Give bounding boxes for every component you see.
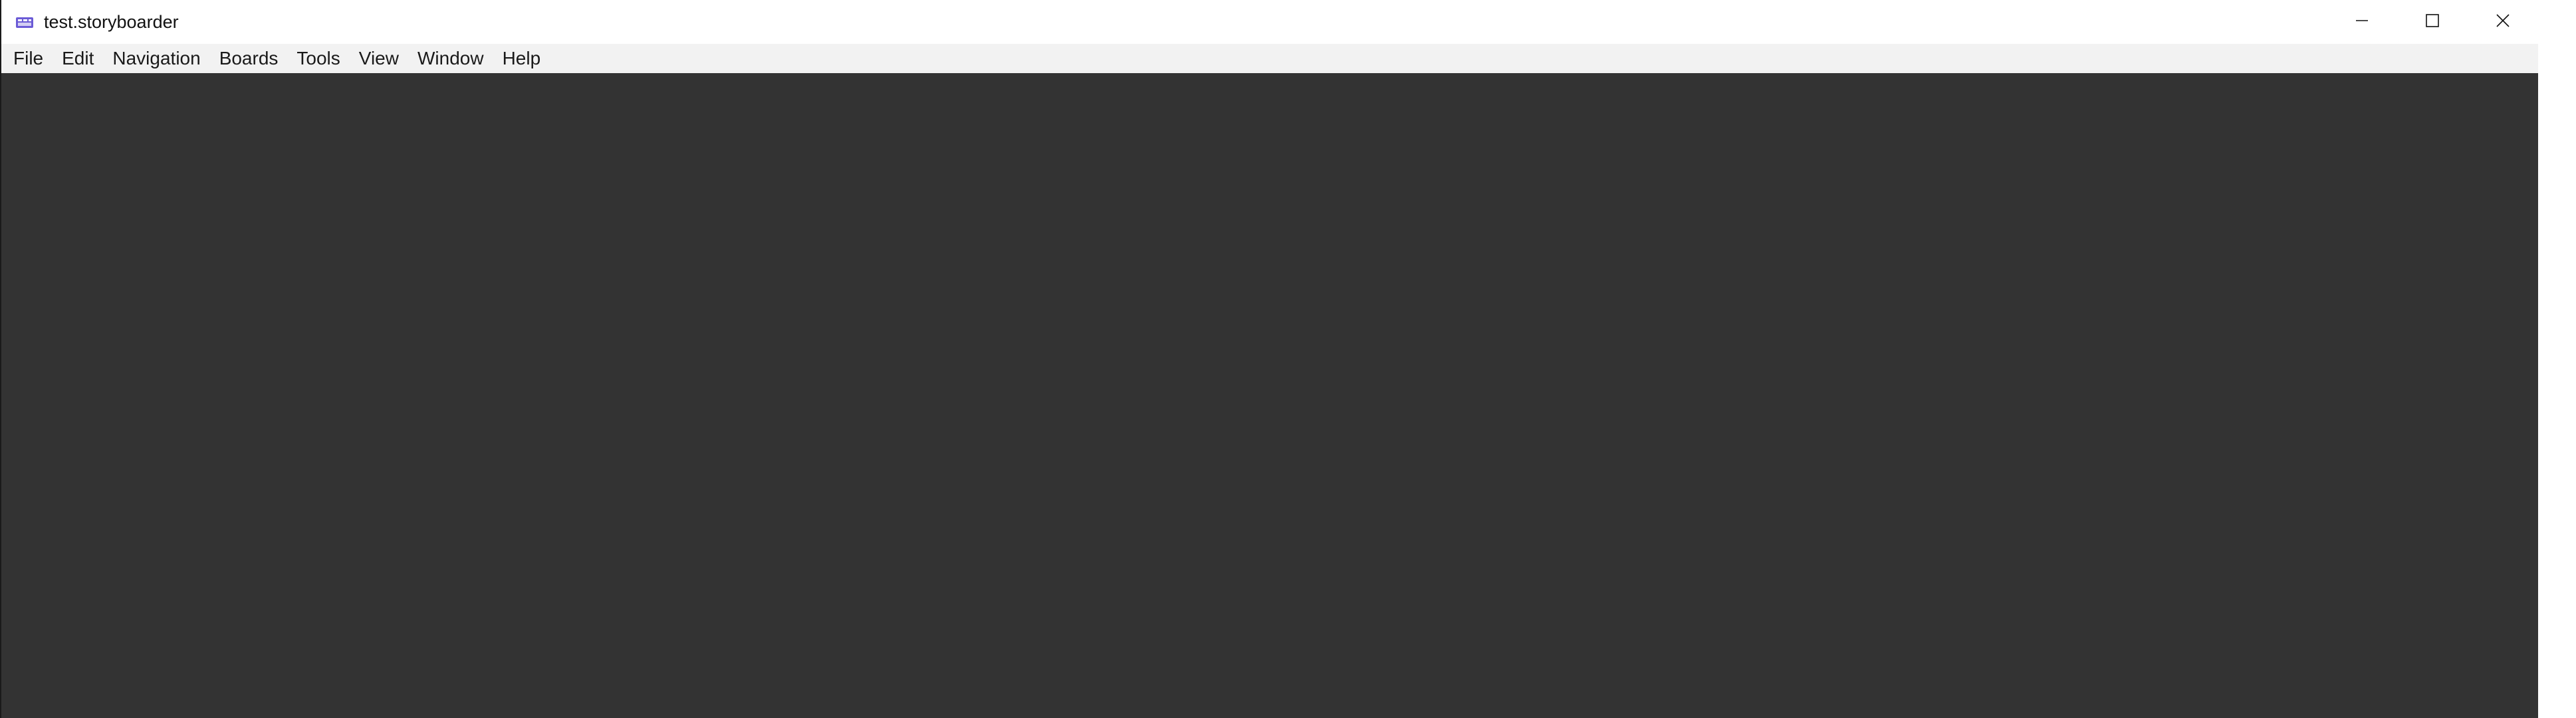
- close-icon: [2495, 13, 2511, 32]
- menu-navigation[interactable]: Navigation: [103, 45, 209, 72]
- menu-tools[interactable]: Tools: [287, 45, 349, 72]
- menu-file[interactable]: File: [4, 45, 53, 72]
- menu-edit[interactable]: Edit: [53, 45, 103, 72]
- title-bar[interactable]: test.storyboarder: [1, 0, 2538, 44]
- close-button[interactable]: [2468, 0, 2538, 44]
- minimize-icon: [2354, 13, 2370, 32]
- main-canvas-area[interactable]: [1, 73, 2538, 718]
- menu-bar: File Edit Navigation Boards Tools View W…: [1, 44, 2538, 73]
- menu-view[interactable]: View: [350, 45, 408, 72]
- menu-window[interactable]: Window: [408, 45, 493, 72]
- window-controls: [2327, 0, 2538, 44]
- desktop-background: [2538, 0, 2576, 718]
- maximize-icon: [2424, 13, 2440, 32]
- maximize-button[interactable]: [2397, 0, 2468, 44]
- app-window: test.storyboarder File Edit Navigation B…: [0, 0, 2538, 718]
- storyboarder-app-icon: [13, 11, 36, 33]
- menu-help[interactable]: Help: [493, 45, 550, 72]
- window-title: test.storyboarder: [44, 11, 179, 32]
- menu-boards[interactable]: Boards: [210, 45, 288, 72]
- minimize-button[interactable]: [2327, 0, 2397, 44]
